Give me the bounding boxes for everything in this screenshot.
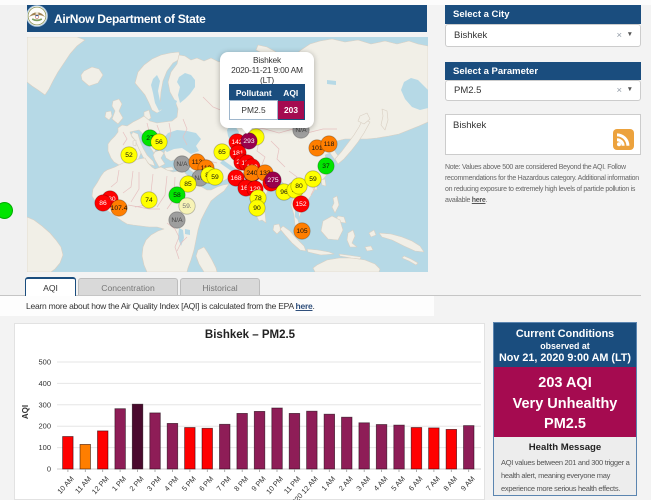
svg-text:3 PM: 3 PM [145, 474, 163, 493]
svg-text:4 AM: 4 AM [372, 474, 390, 492]
svg-text:N/A: N/A [176, 161, 188, 168]
svg-text:1 AM: 1 AM [319, 474, 337, 492]
svg-text:4 PM: 4 PM [162, 474, 180, 493]
svg-text:85: 85 [184, 181, 192, 188]
svg-text:37: 37 [322, 163, 330, 170]
svg-text:56: 56 [155, 139, 163, 146]
svg-text:0: 0 [47, 465, 51, 474]
svg-text:400: 400 [38, 379, 51, 388]
svg-text:52: 52 [125, 152, 133, 159]
svg-text:2 PM: 2 PM [127, 474, 145, 493]
svg-text:86: 86 [99, 200, 107, 207]
svg-text:Bishkek – PM2.5: Bishkek – PM2.5 [205, 329, 296, 341]
svg-text:200: 200 [38, 422, 51, 431]
svg-text:152: 152 [295, 201, 306, 208]
svg-text:59.: 59. [182, 203, 191, 210]
svg-text:6 PM: 6 PM [197, 474, 215, 493]
svg-text:5 AM: 5 AM [389, 474, 407, 492]
svg-text:3 AM: 3 AM [354, 474, 372, 492]
svg-text:AQI: AQI [21, 405, 30, 419]
svg-text:2 AM: 2 AM [337, 474, 355, 492]
svg-text:275: 275 [267, 177, 278, 184]
svg-text:107.4: 107.4 [111, 205, 128, 212]
svg-text:118: 118 [324, 141, 335, 148]
svg-text:12 PM: 12 PM [90, 474, 111, 496]
svg-text:N/A: N/A [295, 127, 307, 134]
svg-text:500: 500 [38, 358, 51, 367]
svg-text:11 AM: 11 AM [73, 474, 93, 495]
svg-text:N/A: N/A [171, 217, 183, 224]
svg-text:7 PM: 7 PM [215, 474, 233, 493]
svg-text:10 PM: 10 PM [264, 474, 285, 496]
svg-text:59: 59 [309, 176, 317, 183]
svg-text:293: 293 [243, 138, 254, 145]
svg-text:90: 90 [253, 205, 261, 212]
svg-text:59: 59 [211, 174, 219, 181]
svg-text:7 AM: 7 AM [424, 474, 442, 492]
svg-text:9 AM: 9 AM [459, 474, 477, 492]
svg-text:10 AM: 10 AM [55, 474, 76, 495]
svg-text:105: 105 [296, 228, 307, 235]
svg-text:100: 100 [38, 443, 51, 452]
svg-text:240: 240 [246, 170, 257, 177]
svg-text:168: 168 [230, 175, 241, 182]
svg-text:300: 300 [38, 400, 51, 409]
svg-text:5 PM: 5 PM [180, 474, 198, 493]
svg-text:58: 58 [173, 192, 181, 199]
svg-text:1 PM: 1 PM [110, 474, 128, 493]
svg-text:74: 74 [145, 197, 153, 204]
svg-text:65: 65 [218, 149, 226, 156]
svg-text:8 AM: 8 AM [441, 474, 459, 492]
svg-text:6 AM: 6 AM [407, 474, 425, 492]
svg-text:80: 80 [295, 183, 303, 190]
svg-text:8 PM: 8 PM [232, 474, 250, 493]
